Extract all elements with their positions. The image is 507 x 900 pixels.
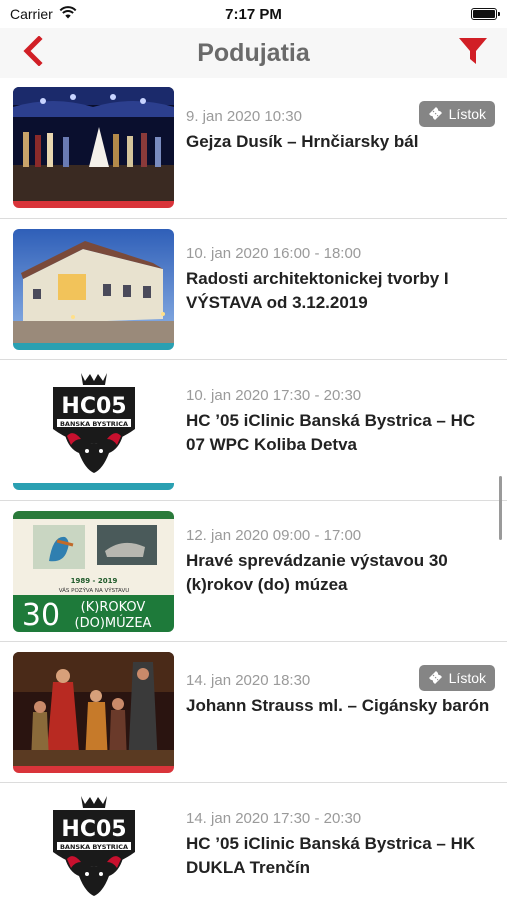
logo-subtext: BANSKA BYSTRICA [60,843,128,851]
poster-years: 1989 - 2019 [71,577,118,585]
logo-text: HC05 [61,817,126,842]
opera-stage-photo [13,652,174,766]
poster-number: 30 [22,598,60,632]
event-date: 9. jan 2020 10:30 [186,108,302,125]
event-row[interactable]: HC05 BANSKA BYSTRICA 14. jan 2020 17:30 … [0,783,507,900]
ticket-label: Lístok [448,106,486,122]
filter-button[interactable] [457,37,489,69]
event-list[interactable]: 9. jan 2020 10:30 Gejza Dusík – Hrnčiars… [0,78,507,900]
status-bar: Carrier 7:17 PM [0,0,507,28]
event-date: 14. jan 2020 18:30 [186,672,311,689]
wifi-icon [59,6,77,22]
event-thumbnail [13,229,174,350]
event-thumbnail [13,87,174,208]
category-color-bar [13,343,174,350]
logo-subtext: BANSKA BYSTRICA [60,420,128,428]
battery-icon [471,8,500,20]
event-thumbnail [13,652,174,773]
event-row[interactable]: HC05 BANSKA BYSTRICA 10. jan 2020 17:30 … [0,360,507,501]
logo-text: HC05 [61,394,126,419]
event-date: 10. jan 2020 16:00 - 18:00 [186,245,362,262]
poster-line2: (DO)MÚZEA [75,615,152,631]
page-title: Podujatia [197,38,310,67]
filter-icon [458,36,488,71]
category-color-bar [13,483,174,490]
event-row[interactable]: 14. jan 2020 18:30 Johann Strauss ml. – … [0,642,507,783]
event-title: HC ’05 iClinic Banská Bystrica – HC 07 W… [186,411,476,454]
event-date: 10. jan 2020 17:30 - 20:30 [186,387,362,404]
theater-stage-photo [13,87,174,201]
poster-line1: (K)ROKOV [81,600,146,615]
event-thumbnail: HC05 BANSKA BYSTRICA [13,792,174,900]
event-title: HC ’05 iClinic Banská Bystrica – HK DUKL… [186,834,476,877]
ticket-button[interactable]: Lístok [418,665,495,691]
category-color-bar [13,201,174,208]
event-title: Hravé sprevádzanie výstavou 30 (k)rokov … [186,551,448,594]
event-row[interactable]: 10. jan 2020 16:00 - 18:00 Radosti archi… [0,219,507,360]
nav-bar: Podujatia [0,28,507,78]
ticket-label: Lístok [448,670,486,686]
hc05-logo: HC05 BANSKA BYSTRICA [13,792,174,900]
back-button[interactable] [18,34,48,71]
event-thumbnail: 1989 - 2019 VÁS POZÝVA NA VÝSTAVU 30 (K)… [13,511,174,632]
scrollbar[interactable] [499,476,502,540]
event-title: Gejza Dusík – Hrnčiarsky bál [186,132,419,151]
carrier-label: Carrier [10,6,53,22]
museum-poster: 1989 - 2019 VÁS POZÝVA NA VÝSTAVU 30 (K)… [13,511,174,632]
event-date: 12. jan 2020 09:00 - 17:00 [186,527,362,544]
ticket-button[interactable]: Lístok [418,101,495,127]
event-title: Radosti architektonickej tvorby I VÝSTAV… [186,269,449,312]
event-row[interactable]: 1989 - 2019 VÁS POZÝVA NA VÝSTAVU 30 (K)… [0,501,507,642]
hc05-logo: HC05 BANSKA BYSTRICA [13,369,174,483]
event-row[interactable]: 9. jan 2020 10:30 Gejza Dusík – Hrnčiars… [0,78,507,219]
event-thumbnail: HC05 BANSKA BYSTRICA [13,369,174,490]
historic-building-photo [13,229,174,343]
category-color-bar [13,766,174,773]
ticket-icon [427,669,443,688]
poster-invite: VÁS POZÝVA NA VÝSTAVU [59,587,129,594]
event-date: 14. jan 2020 17:30 - 20:30 [186,810,362,827]
chevron-left-icon [22,34,44,71]
ticket-icon [427,105,443,124]
status-left: Carrier [10,6,77,22]
event-title: Johann Strauss ml. – Cigánsky barón [186,696,490,715]
